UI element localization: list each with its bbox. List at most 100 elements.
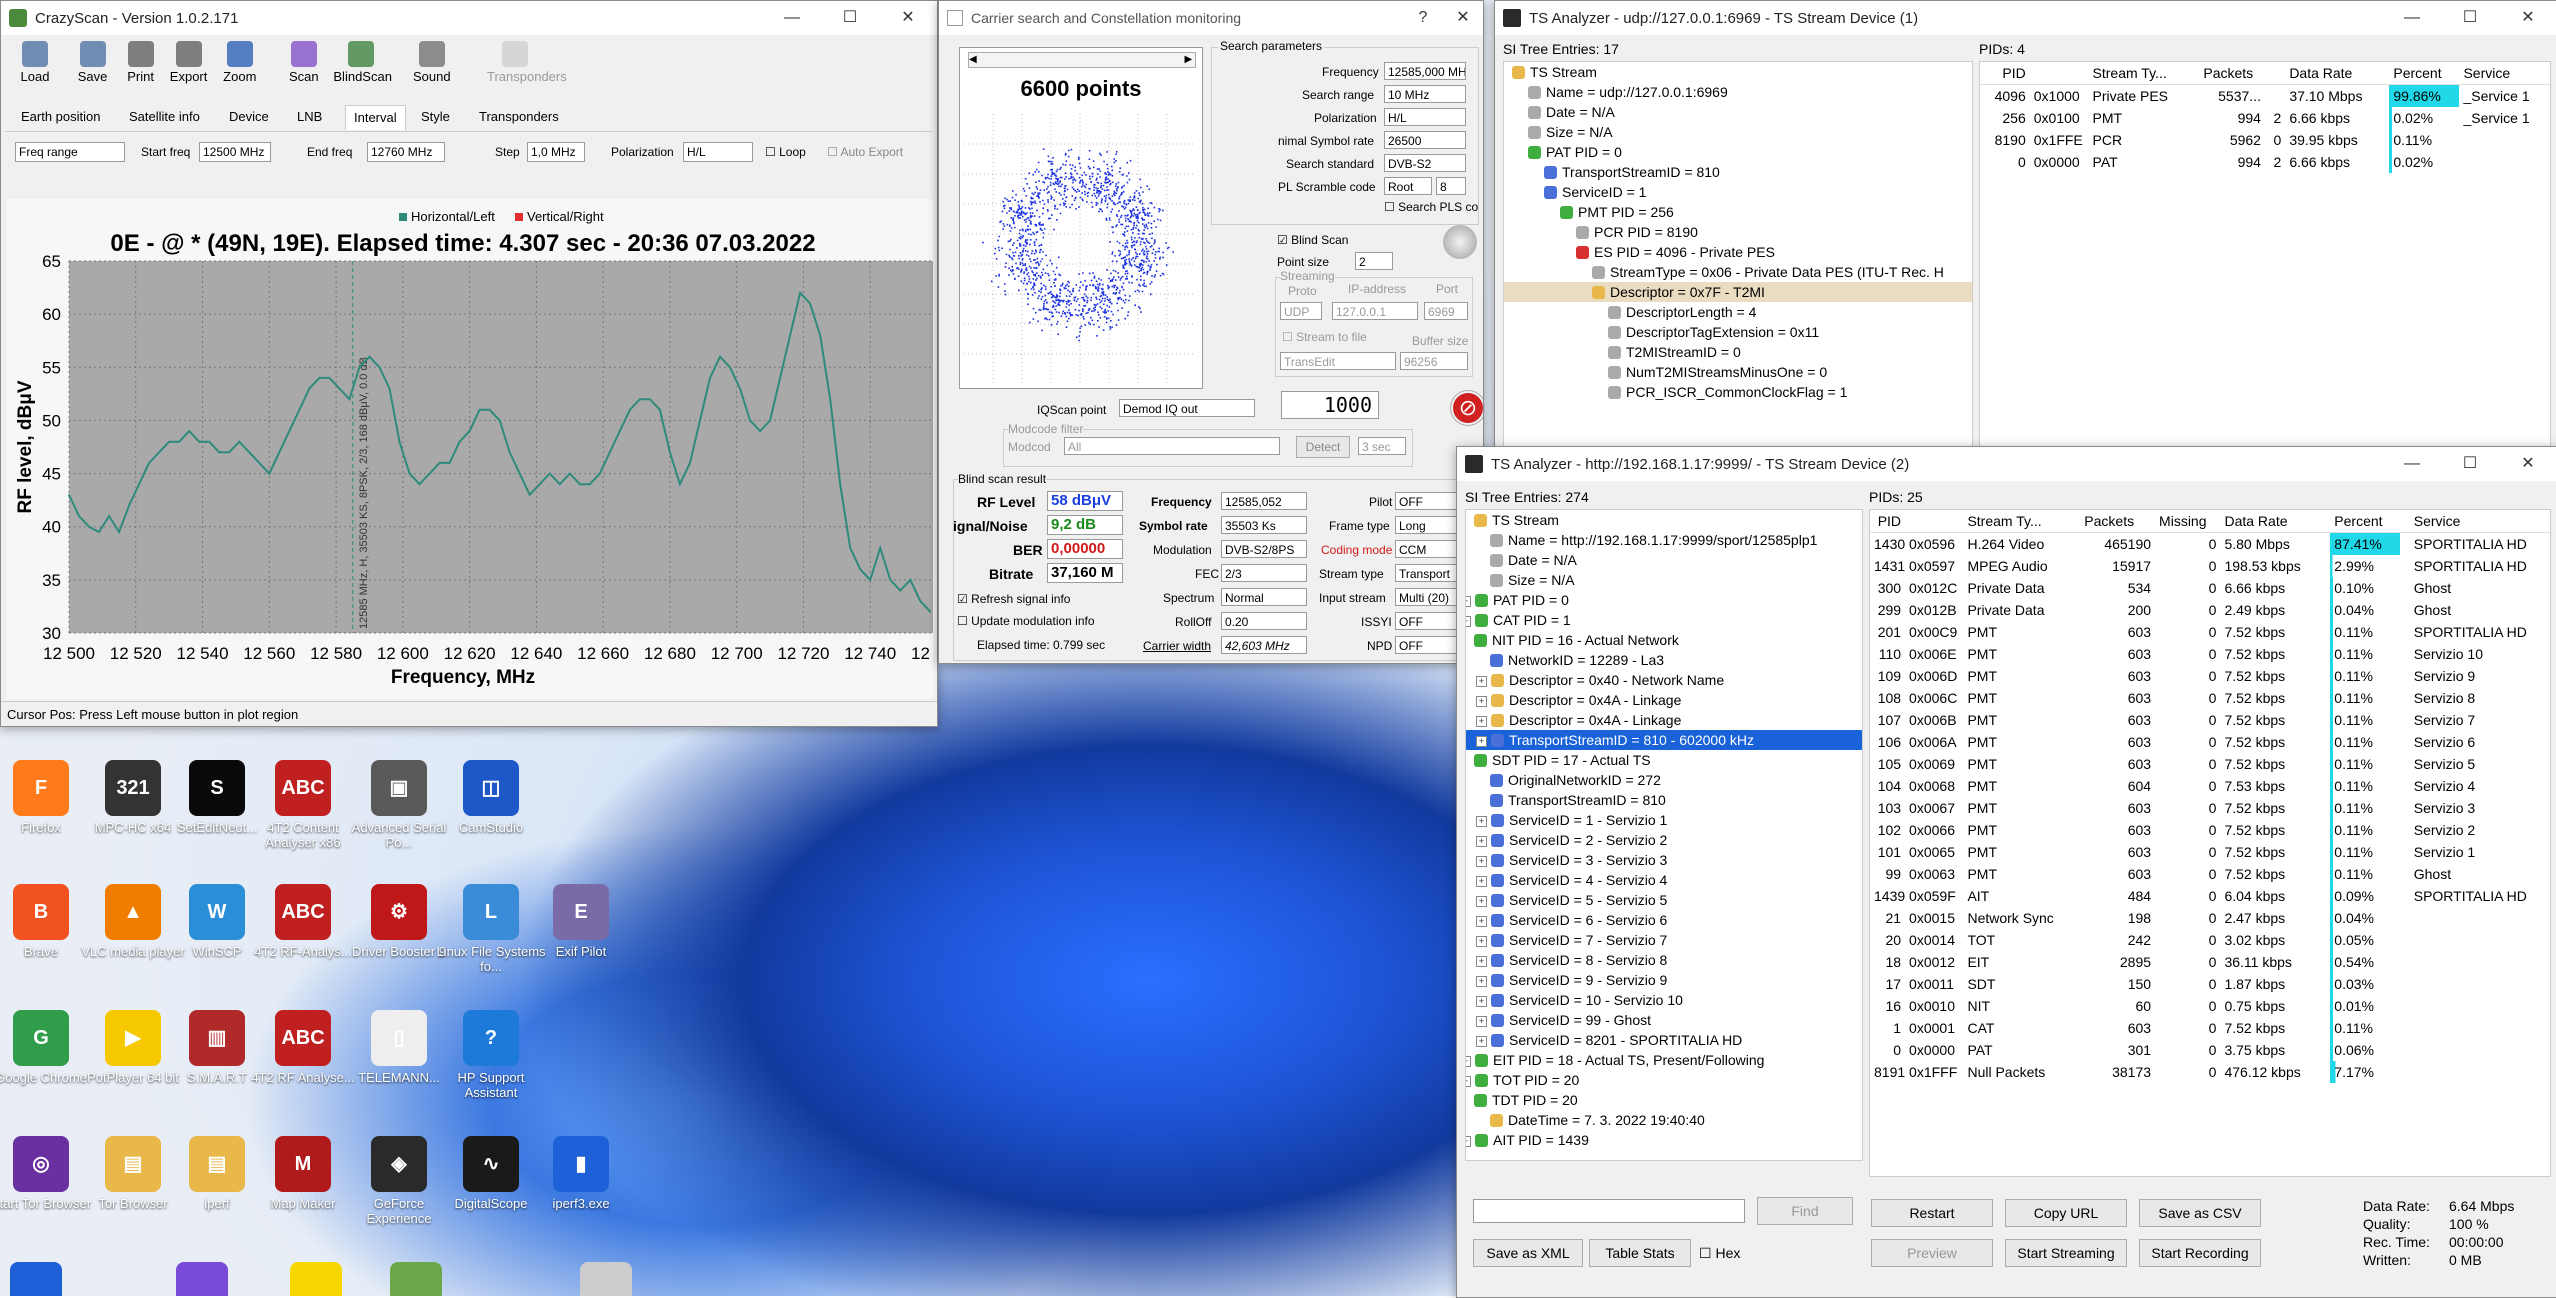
table-row[interactable]: 110 0x006E PMT 603 0 7.52 kbps 0.11% Servizio 1… [1870, 643, 2550, 665]
column-header[interactable]: Service [2459, 62, 2550, 85]
tree-node[interactable]: + ServiceID = 2 - Servizio 2 [1466, 830, 1862, 850]
desktop-icon-4t2-content-analyser-x86[interactable]: ABC 4T2 Content Analyser x86 [248, 760, 358, 850]
start-streaming-button[interactable]: Start Streaming [2005, 1239, 2127, 1267]
start-freq-input[interactable]: 12500 MHz [199, 142, 271, 162]
expand-icon[interactable]: + [1476, 696, 1487, 707]
maximize-button[interactable]: ☐ [2441, 447, 2499, 481]
search-pls-checkbox[interactable]: ☐ Search PLS co [1384, 200, 1478, 214]
table-row[interactable]: 16 0x0010 NIT 60 0 0.75 kbps 0.01% [1870, 995, 2550, 1017]
column-header[interactable]: Percent [2389, 62, 2460, 85]
tree-node[interactable]: TransportStreamID = 810 [1466, 790, 1862, 810]
modcode-select[interactable]: All [1064, 437, 1280, 455]
export-button[interactable]: Export [161, 39, 217, 84]
tree-node[interactable]: TS Stream [1504, 62, 1972, 82]
tree-node[interactable]: + ServiceID = 99 - Ghost [1466, 1010, 1862, 1030]
tree-node[interactable]: + TransportStreamID = 810 - 602000 kHz [1466, 730, 1862, 750]
hex-checkbox[interactable]: ☐ Hex [1699, 1245, 1740, 1262]
update-modulation-checkbox[interactable]: ☐ Update modulation info [957, 614, 1095, 628]
desktop-icon-4t2-rf-analys[interactable]: ABC 4T2 RF-Analys... [248, 884, 358, 959]
expand-icon[interactable]: + [1476, 916, 1487, 927]
tree-node[interactable]: Date = N/A [1504, 102, 1972, 122]
partial-desktop-icon[interactable] [176, 1262, 228, 1296]
end-freq-input[interactable]: 12760 MHz [367, 142, 445, 162]
partial-desktop-icon[interactable] [390, 1262, 442, 1296]
close-button[interactable]: ✕ [2499, 1, 2556, 35]
fec-select[interactable]: 2/3 [1221, 564, 1307, 582]
expand-icon[interactable]: + [1476, 816, 1487, 827]
expand-icon[interactable]: + [1476, 736, 1487, 747]
tree-node[interactable]: TS Stream [1466, 510, 1862, 530]
tree-node[interactable]: ServiceID = 1 [1504, 182, 1972, 202]
polarization-select[interactable]: H/L [683, 142, 753, 162]
tree-node[interactable]: DescriptorLength = 4 [1504, 302, 1972, 322]
constellation-scrollbar[interactable]: ◀ ▶ [968, 52, 1196, 68]
close-button[interactable]: ✕ [1443, 1, 1483, 35]
partial-desktop-icon[interactable] [290, 1262, 342, 1296]
ip-input[interactable]: 127.0.0.1 [1332, 302, 1418, 320]
tree-node[interactable]: PCR_ISCR_CommonClockFlag = 1 [1504, 382, 1972, 402]
table-row[interactable]: 101 0x0065 PMT 603 0 7.52 kbps 0.11% Servizio 1 [1870, 841, 2550, 863]
si-tree[interactable]: TS Stream Name = http://192.168.1.17:9999… [1465, 509, 1863, 1161]
column-header[interactable]: Data Rate [2220, 510, 2331, 533]
desktop-icon-exif-pilot[interactable]: E Exif Pilot [526, 884, 636, 959]
blind-scan-checkbox[interactable]: ☑ Blind Scan [1277, 233, 1348, 247]
table-row[interactable]: 0 0x0000 PAT 994 2 6.66 kbps 0.02% [1980, 151, 2550, 173]
table-row[interactable]: 108 0x006C PMT 603 0 7.52 kbps 0.11% Servizio 8 [1870, 687, 2550, 709]
expand-icon[interactable]: + [1476, 936, 1487, 947]
column-header[interactable]: PID [1980, 62, 2030, 85]
buffer-input[interactable]: 96256 [1400, 352, 1468, 370]
expand-icon[interactable]: + [1476, 676, 1487, 687]
tree-node[interactable]: + PAT PID = 0 [1466, 590, 1862, 610]
expand-icon[interactable]: + [1466, 1136, 1471, 1147]
column-header[interactable]: Packets [2199, 62, 2265, 85]
column-header[interactable]: Service [2409, 510, 2550, 533]
table-row[interactable]: 1 0x0001 CAT 603 0 7.52 kbps 0.11% [1870, 1017, 2550, 1039]
expand-icon[interactable]: + [1476, 876, 1487, 887]
table-row[interactable]: 102 0x0066 PMT 603 0 7.52 kbps 0.11% Servizio 2 [1870, 819, 2550, 841]
mode-select[interactable]: Freq range [15, 142, 125, 162]
expand-icon[interactable]: + [1476, 976, 1487, 987]
rolloff-select[interactable]: 0.20 [1221, 612, 1307, 630]
tree-node[interactable]: TDT PID = 20 [1466, 1090, 1862, 1110]
partial-desktop-icon[interactable] [10, 1262, 62, 1296]
tree-node[interactable]: + ServiceID = 8201 - SPORTITALIA HD [1466, 1030, 1862, 1050]
sound-button[interactable]: Sound [404, 39, 460, 84]
start-recording-button[interactable]: Start Recording [2139, 1239, 2261, 1267]
column-header[interactable]: PID [1870, 510, 1906, 533]
tree-node[interactable]: NetworkID = 12289 - La3 [1466, 650, 1862, 670]
table-row[interactable]: 107 0x006B PMT 603 0 7.52 kbps 0.11% Servizio 7 [1870, 709, 2550, 731]
tree-node[interactable]: + ServiceID = 6 - Servizio 6 [1466, 910, 1862, 930]
tree-node[interactable]: ES PID = 4096 - Private PES [1504, 242, 1972, 262]
desktop-icon-map-maker[interactable]: M Map Maker [248, 1136, 358, 1211]
point-size-input[interactable]: 2 [1355, 252, 1393, 270]
zoom-button[interactable]: Zoom [212, 39, 268, 84]
close-button[interactable]: ✕ [879, 1, 937, 35]
tree-node[interactable]: + ServiceID = 8 - Servizio 8 [1466, 950, 1862, 970]
table-row[interactable]: 17 0x0011 SDT 150 0 1.87 kbps 0.03% [1870, 973, 2550, 995]
tree-node[interactable]: + TOT PID = 20 [1466, 1070, 1862, 1090]
column-header[interactable]: Packets [2080, 510, 2156, 533]
table-row[interactable]: 103 0x0067 PMT 603 0 7.52 kbps 0.11% Servizio 3 [1870, 797, 2550, 819]
maximize-button[interactable]: ☐ [2441, 1, 2499, 35]
tree-node[interactable]: + CAT PID = 1 [1466, 610, 1862, 630]
tree-node[interactable]: + EIT PID = 18 - Actual TS, Present/Follo… [1466, 1050, 1862, 1070]
partial-desktop-icon[interactable] [580, 1262, 632, 1296]
scan-button[interactable]: Scan [276, 39, 332, 84]
expand-icon[interactable]: + [1476, 1036, 1487, 1047]
load-button[interactable]: Load [7, 39, 63, 84]
tab-style[interactable]: Style [421, 109, 450, 124]
table-row[interactable]: 1430 0x0596 H.264 Video 465190 0 5.80 Mbps 87.… [1870, 532, 2550, 555]
pid-table[interactable]: PID Stream Ty... Packets Data Rate Percent Se… [1979, 61, 2551, 449]
table-row[interactable]: 299 0x012B Private Data 200 0 2.49 kbps 0.04% G… [1870, 599, 2550, 621]
minimize-button[interactable]: — [2383, 1, 2441, 35]
tree-node[interactable]: NIT PID = 16 - Actual Network [1466, 630, 1862, 650]
table-row[interactable]: 4096 0x1000 Private PES 5537... 37.10 Mbps 99… [1980, 84, 2550, 107]
desktop-icon-iperf3-exe[interactable]: ▮ iperf3.exe [526, 1136, 636, 1211]
table-row[interactable]: 300 0x012C Private Data 534 0 6.66 kbps 0.10% G… [1870, 577, 2550, 599]
help-button[interactable]: ? [1403, 1, 1443, 35]
search-standard-select[interactable]: DVB-S2 [1384, 154, 1466, 172]
tab-satellite-info[interactable]: Satellite info [129, 109, 200, 124]
table-row[interactable]: 21 0x0015 Network Sync 198 0 2.47 kbps 0.04% [1870, 907, 2550, 929]
si-tree[interactable]: TS Stream Name = udp://127.0.0.1:6969 Date… [1503, 61, 1973, 449]
modulation-select[interactable]: DVB-S2/8PS [1221, 540, 1307, 558]
